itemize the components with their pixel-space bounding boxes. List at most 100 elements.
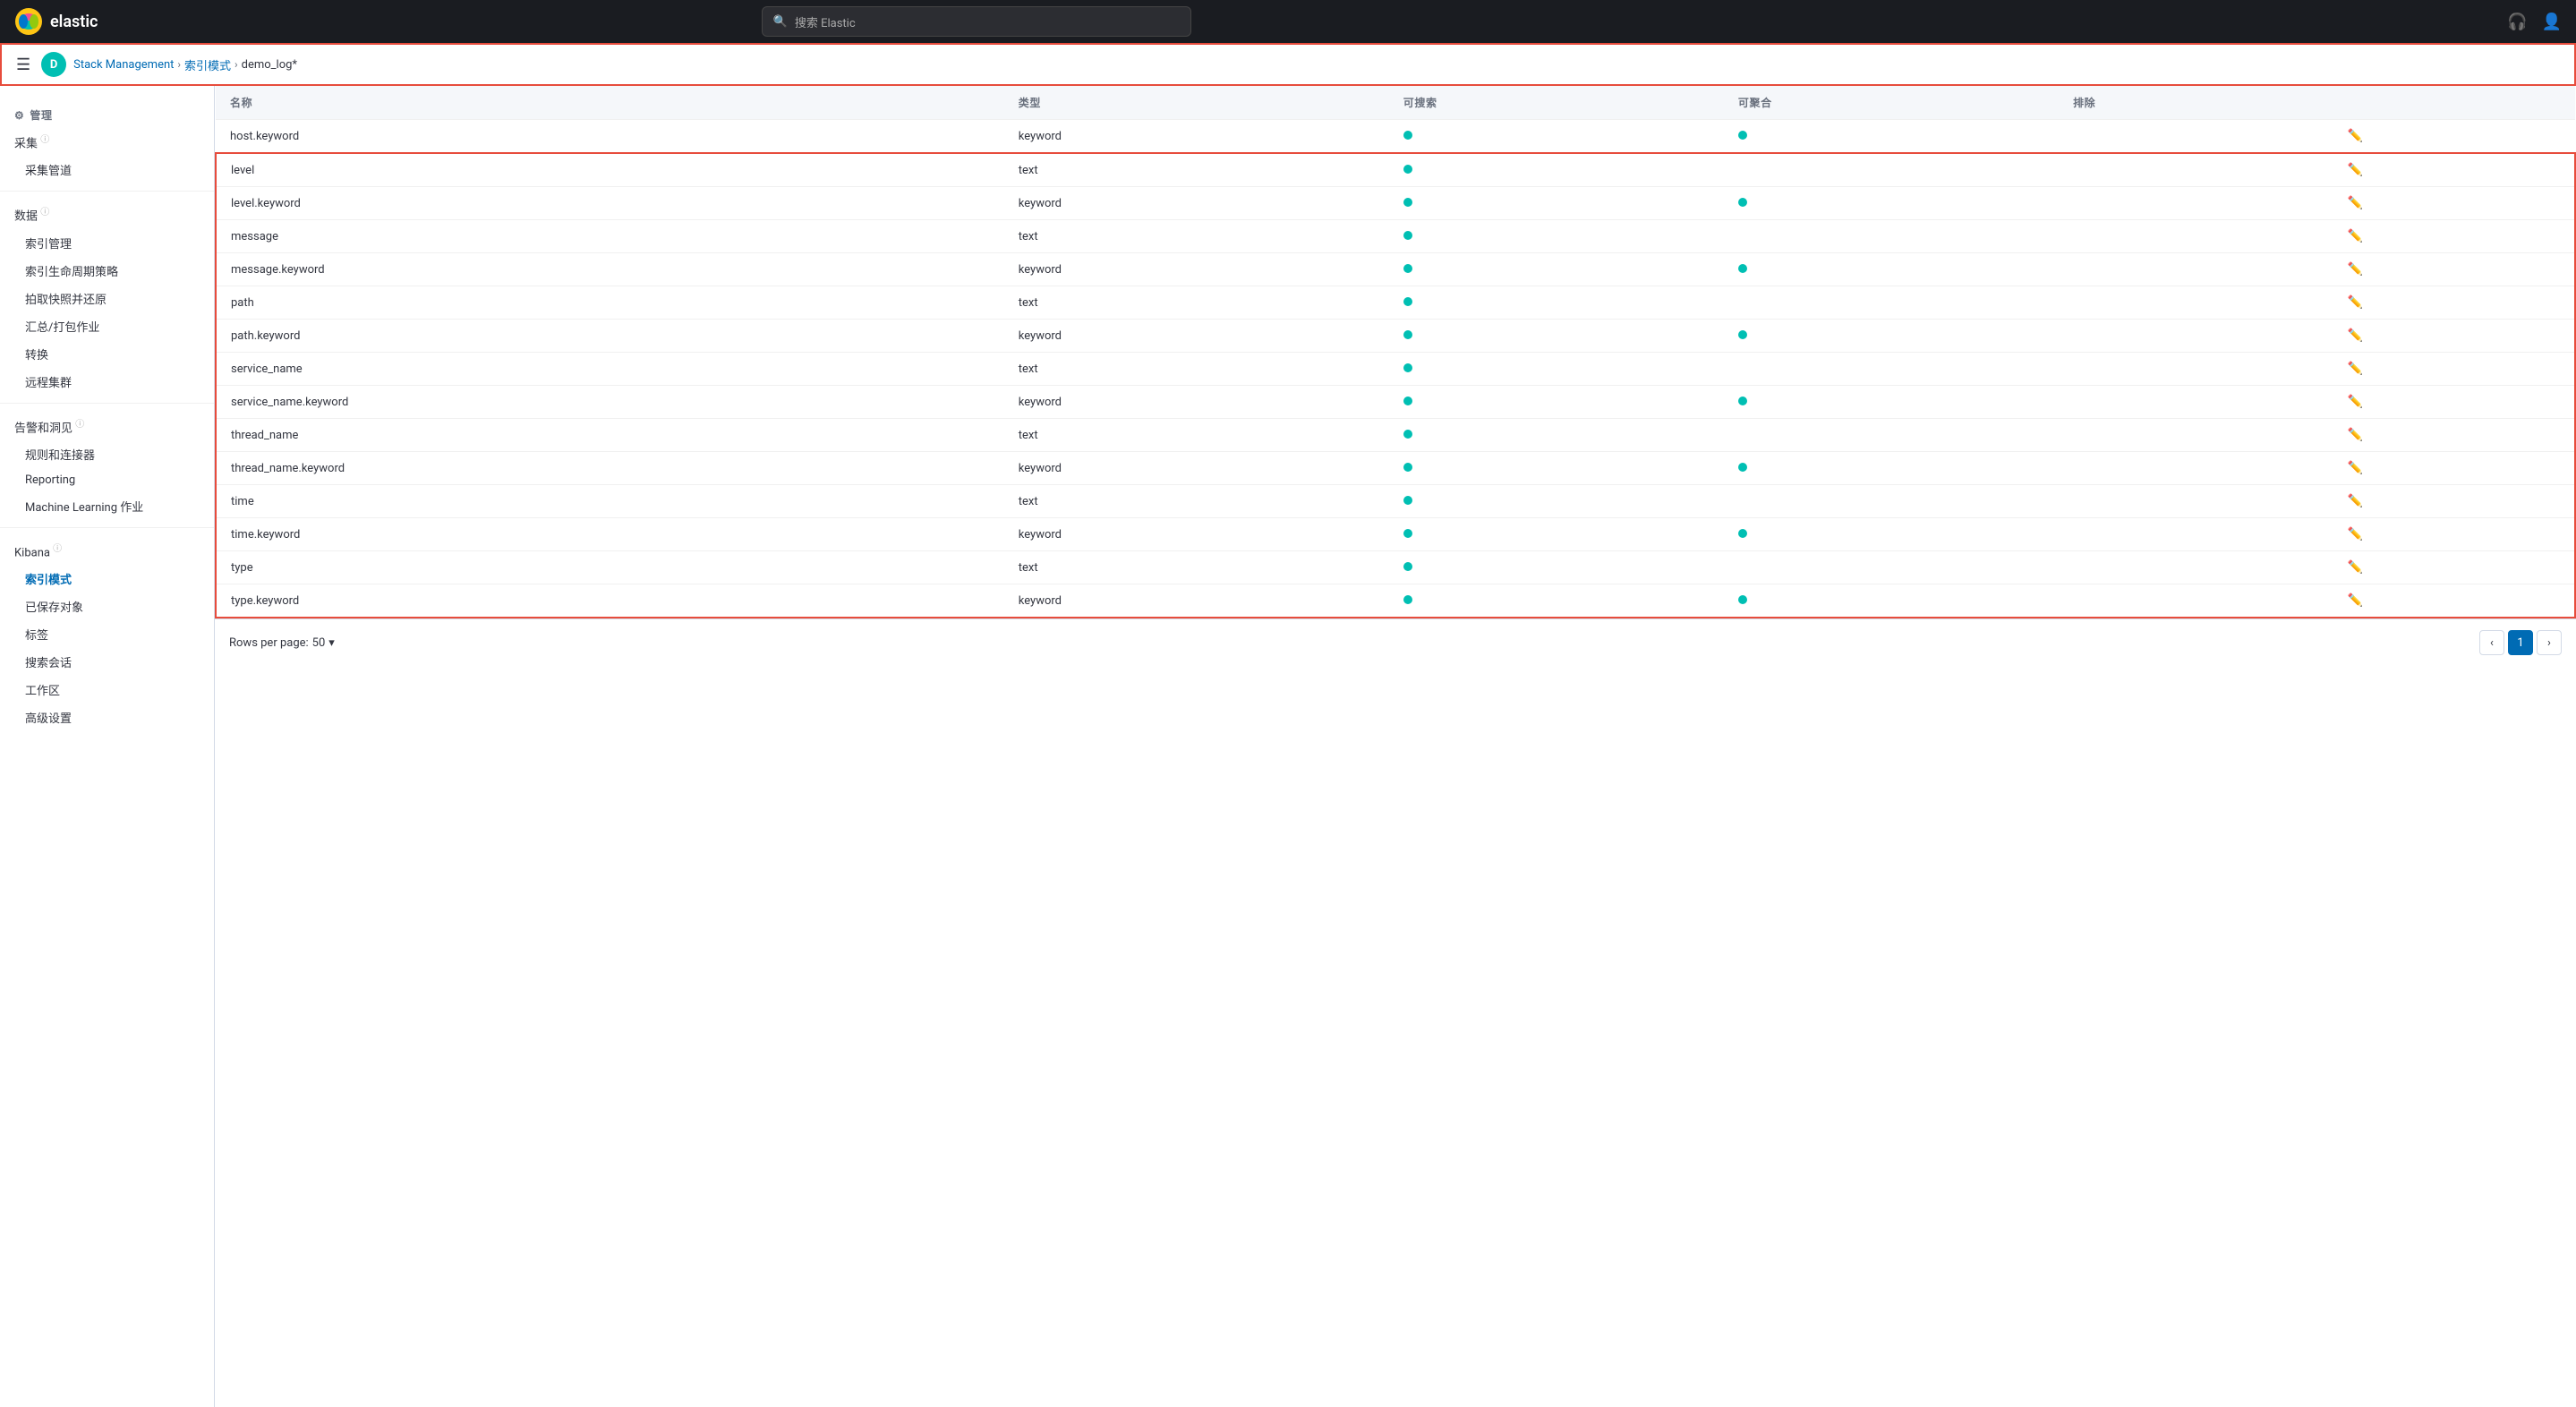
field-actions: ✏️ bbox=[2333, 153, 2575, 187]
edit-field-button[interactable]: ✏️ bbox=[2348, 295, 2363, 310]
sidebar: ⚙ 管理 采集 ⓘ 采集管道 数据 ⓘ 索引管理 索引生命周期策略 拍取快照并还… bbox=[0, 86, 215, 1407]
field-name: message bbox=[216, 220, 1004, 253]
aggregatable-dot bbox=[1738, 529, 1747, 538]
sidebar-item-告警洞见[interactable]: 告警和洞见 ⓘ bbox=[0, 411, 214, 440]
edit-field-button[interactable]: ✏️ bbox=[2348, 461, 2363, 475]
edit-field-button[interactable]: ✏️ bbox=[2348, 362, 2363, 376]
breadcrumb-index-patterns[interactable]: 索引模式 bbox=[184, 56, 231, 73]
field-excluded bbox=[2059, 220, 2333, 253]
col-header-actions bbox=[2333, 86, 2575, 120]
edit-field-button[interactable]: ✏️ bbox=[2348, 494, 2363, 508]
edit-field-button[interactable]: ✏️ bbox=[2348, 527, 2363, 541]
sidebar-item-规则连接器[interactable]: 规则和连接器 bbox=[0, 440, 214, 468]
sidebar-item-采集[interactable]: 采集 ⓘ bbox=[0, 126, 214, 156]
elastic-logo-icon bbox=[14, 7, 43, 36]
sidebar-item-快照还原[interactable]: 拍取快照并还原 bbox=[0, 285, 214, 312]
field-actions: ✏️ bbox=[2333, 485, 2575, 518]
sidebar-label-高级设置: 高级设置 bbox=[25, 709, 72, 726]
edit-field-button[interactable]: ✏️ bbox=[2348, 395, 2363, 409]
sidebar-item-ml[interactable]: Machine Learning 作业 bbox=[0, 492, 214, 520]
field-type: text bbox=[1004, 153, 1389, 187]
sidebar-item-索引管理[interactable]: 索引管理 bbox=[0, 229, 214, 257]
sidebar-item-kibana[interactable]: Kibana ⓘ bbox=[0, 535, 214, 565]
searchable-dot bbox=[1403, 330, 1412, 339]
breadcrumb-bar: ☰ D Stack Management › 索引模式 › demo_log* bbox=[0, 43, 2576, 86]
sidebar-item-转换[interactable]: 转换 bbox=[0, 340, 214, 368]
pagination-pages: ‹ 1 › bbox=[2479, 630, 2562, 655]
table-wrapper: 名称 类型 可搜索 可聚合 排除 host.keywordkeyword✏️le… bbox=[215, 86, 2576, 618]
edit-field-button[interactable]: ✏️ bbox=[2348, 229, 2363, 243]
sidebar-item-索引模式[interactable]: 索引模式 bbox=[0, 565, 214, 593]
breadcrumb-stack-management[interactable]: Stack Management bbox=[73, 58, 174, 72]
field-aggregatable bbox=[1724, 485, 2059, 518]
fields-table: 名称 类型 可搜索 可聚合 排除 host.keywordkeyword✏️le… bbox=[215, 86, 2576, 618]
sidebar-label-规则连接器: 规则和连接器 bbox=[25, 446, 95, 463]
edit-field-button[interactable]: ✏️ bbox=[2348, 428, 2363, 442]
sidebar-label-快照还原: 拍取快照并还原 bbox=[25, 290, 107, 307]
col-header-name: 名称 bbox=[216, 86, 1004, 120]
field-searchable bbox=[1389, 220, 1724, 253]
user-icon[interactable]: 👤 bbox=[2542, 13, 2562, 31]
sidebar-item-远程集群[interactable]: 远程集群 bbox=[0, 368, 214, 396]
sidebar-item-工作区[interactable]: 工作区 bbox=[0, 676, 214, 704]
field-name: thread_name.keyword bbox=[216, 452, 1004, 485]
rows-per-page[interactable]: Rows per page: 50 ▾ bbox=[229, 636, 335, 650]
field-excluded bbox=[2059, 153, 2333, 187]
sidebar-item-索引生命周期策略[interactable]: 索引生命周期策略 bbox=[0, 257, 214, 285]
top-nav: elastic 🔍 搜索 Elastic 🎧 👤 bbox=[0, 0, 2576, 43]
field-excluded bbox=[2059, 452, 2333, 485]
sidebar-label-reporting: Reporting bbox=[25, 473, 75, 487]
search-placeholder: 搜索 Elastic bbox=[795, 13, 856, 30]
rows-per-page-label: Rows per page: bbox=[229, 636, 309, 650]
elastic-text: elastic bbox=[50, 13, 98, 31]
top-nav-right: 🎧 👤 bbox=[2507, 13, 2562, 31]
field-searchable bbox=[1389, 187, 1724, 220]
aggregatable-dot bbox=[1738, 131, 1747, 140]
searchable-dot bbox=[1403, 297, 1412, 306]
headset-icon[interactable]: 🎧 bbox=[2507, 13, 2527, 31]
field-type: keyword bbox=[1004, 386, 1389, 419]
table-row: timetext✏️ bbox=[216, 485, 2575, 518]
sidebar-label-索引模式: 索引模式 bbox=[25, 570, 72, 587]
edit-field-button[interactable]: ✏️ bbox=[2348, 593, 2363, 608]
edit-field-button[interactable]: ✏️ bbox=[2348, 129, 2363, 143]
sidebar-item-标签[interactable]: 标签 bbox=[0, 620, 214, 648]
edit-field-button[interactable]: ✏️ bbox=[2348, 163, 2363, 177]
table-row: level.keywordkeyword✏️ bbox=[216, 187, 2575, 220]
search-bar[interactable]: 🔍 搜索 Elastic bbox=[762, 6, 1191, 37]
field-excluded bbox=[2059, 518, 2333, 551]
edit-field-button[interactable]: ✏️ bbox=[2348, 328, 2363, 343]
breadcrumb-sep-1: › bbox=[177, 58, 181, 71]
field-searchable bbox=[1389, 518, 1724, 551]
field-type: keyword bbox=[1004, 518, 1389, 551]
elastic-logo: elastic bbox=[14, 7, 98, 36]
sidebar-label-索引管理: 索引管理 bbox=[25, 234, 72, 252]
sidebar-item-已保存对象[interactable]: 已保存对象 bbox=[0, 593, 214, 620]
hamburger-button[interactable]: ☰ bbox=[13, 52, 34, 78]
chevron-down-icon: ▾ bbox=[328, 636, 335, 650]
field-aggregatable bbox=[1724, 220, 2059, 253]
field-searchable bbox=[1389, 353, 1724, 386]
page-1-button[interactable]: 1 bbox=[2508, 630, 2533, 655]
edit-field-button[interactable]: ✏️ bbox=[2348, 560, 2363, 575]
edit-field-button[interactable]: ✏️ bbox=[2348, 196, 2363, 210]
sidebar-item-reporting[interactable]: Reporting bbox=[0, 468, 214, 492]
next-page-button[interactable]: › bbox=[2537, 630, 2562, 655]
sidebar-label-告警洞见: 告警和洞见 ⓘ bbox=[14, 416, 84, 435]
sidebar-item-数据[interactable]: 数据 ⓘ bbox=[0, 199, 214, 228]
prev-page-button[interactable]: ‹ bbox=[2479, 630, 2504, 655]
sidebar-item-搜索会话[interactable]: 搜索会话 bbox=[0, 648, 214, 676]
field-type: text bbox=[1004, 353, 1389, 386]
sidebar-item-高级设置[interactable]: 高级设置 bbox=[0, 704, 214, 731]
field-aggregatable bbox=[1724, 120, 2059, 154]
field-excluded bbox=[2059, 253, 2333, 286]
edit-field-button[interactable]: ✏️ bbox=[2348, 262, 2363, 277]
rows-per-page-value: 50 bbox=[312, 636, 326, 650]
field-actions: ✏️ bbox=[2333, 452, 2575, 485]
gear-icon: ⚙ bbox=[14, 109, 24, 122]
sidebar-item-采集管道[interactable]: 采集管道 bbox=[0, 156, 214, 183]
field-aggregatable bbox=[1724, 386, 2059, 419]
field-searchable bbox=[1389, 320, 1724, 353]
sidebar-item-汇总[interactable]: 汇总/打包作业 bbox=[0, 312, 214, 340]
table-row: service_nametext✏️ bbox=[216, 353, 2575, 386]
